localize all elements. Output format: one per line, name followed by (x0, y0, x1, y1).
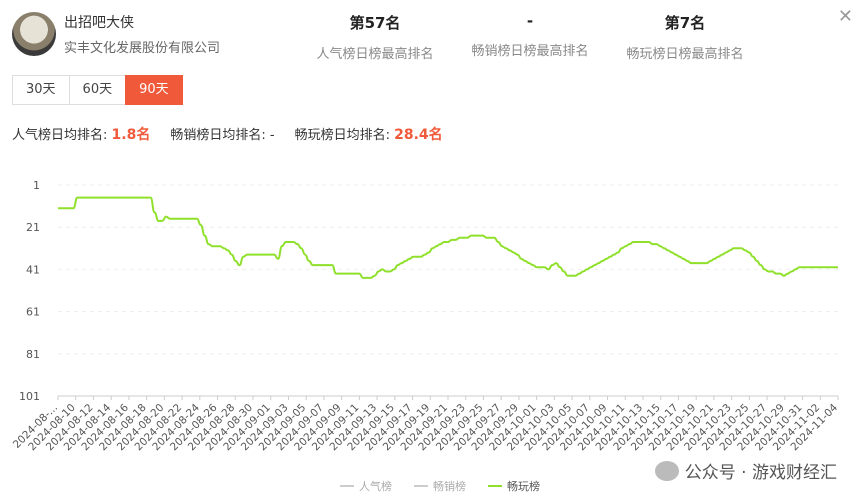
rank-trend-chart: 1214161811012024-08-...2024-08-102024-08… (11, 179, 840, 453)
y-tick-label: 1 (33, 179, 40, 192)
app-name: 出招吧大侠 (64, 15, 134, 31)
popularity-best-rank: 第57名 人气榜日榜最高排名 (316, 14, 434, 62)
play-best-rank: 第7名 畅玩榜日榜最高排名 (626, 14, 744, 62)
y-tick-label: 21 (26, 221, 40, 234)
avg-popularity: 人气榜日均排名: 1.8名 (12, 127, 151, 143)
wechat-icon (654, 460, 679, 481)
chart-legend: 人气榜 畅销榜 畅玩榜 (340, 478, 540, 494)
avg-play: 畅玩榜日均排名: 28.4名 (294, 127, 443, 143)
period-90-button[interactable]: 90天 (125, 75, 183, 105)
y-tick-label: 61 (26, 306, 40, 319)
close-icon[interactable]: ✕ (838, 6, 853, 27)
period-30-button[interactable]: 30天 (12, 75, 70, 105)
y-tick-label: 101 (19, 390, 40, 403)
avg-grossing: 畅销榜日均排名: - (170, 128, 275, 143)
grossing-best-rank: - 畅销榜日榜最高排名 (471, 12, 589, 59)
series-line (57, 196, 838, 279)
y-tick-label: 41 (26, 263, 40, 276)
average-ranks: 人气榜日均排名: 1.8名 畅销榜日均排名: - 畅玩榜日均排名: 28.4名 (12, 124, 443, 144)
legend-grossing[interactable]: 畅销榜 (414, 478, 466, 494)
legend-popularity[interactable]: 人气榜 (340, 478, 392, 494)
watermark: 公众号 · 游戏财经汇 (654, 458, 837, 483)
legend-play[interactable]: 畅玩榜 (488, 478, 540, 494)
period-60-button[interactable]: 60天 (68, 75, 127, 105)
publisher-name: 实丰文化发展股份有限公司 (64, 41, 221, 56)
app-icon (12, 12, 56, 56)
y-tick-label: 81 (26, 348, 40, 361)
period-switcher: 30天 60天 90天 (12, 75, 183, 105)
